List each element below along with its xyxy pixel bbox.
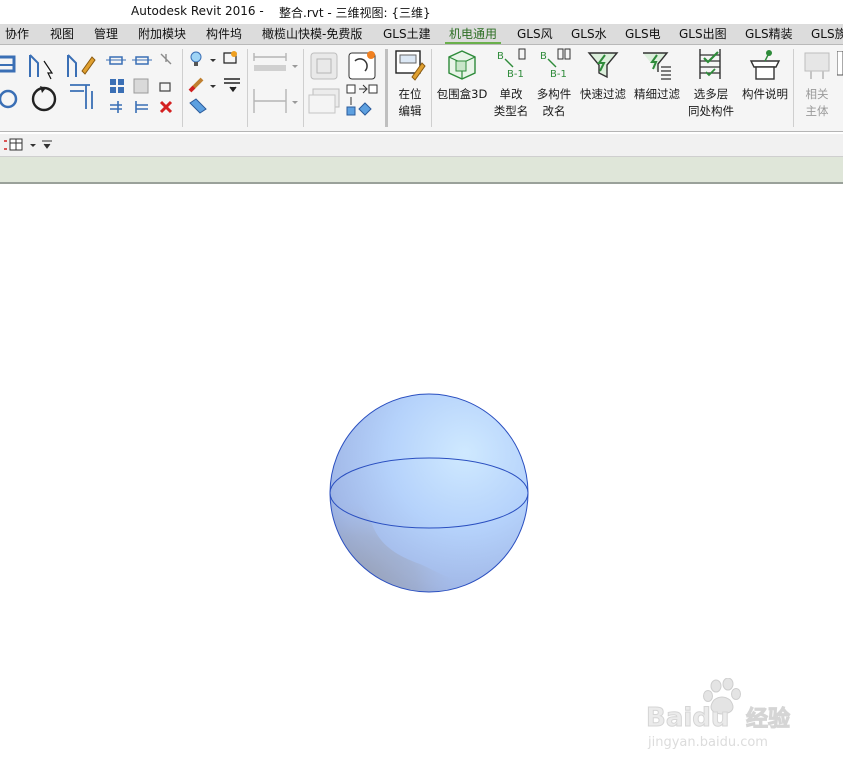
paint-tools-icon[interactable] <box>186 49 246 121</box>
group-tools-icon[interactable] <box>307 49 383 121</box>
multi-rename-label-1: 多构件 <box>536 87 572 101</box>
watermark-url: jingyan.baidu.com <box>647 735 768 750</box>
tab-view[interactable]: 视图 <box>50 24 74 44</box>
tab-gls-hvac[interactable]: GLS风 <box>517 24 553 44</box>
component-description-button[interactable]: 构件说明 <box>738 45 792 131</box>
panel-divider <box>303 49 304 127</box>
title-bar: Autodesk Revit 2016 - 整合.rvt - 三维视图: {三维… <box>0 0 843 24</box>
quick-filter-button[interactable]: 快速过滤 <box>576 45 630 131</box>
options-bar <box>0 157 843 184</box>
multi-rename-button[interactable]: B B-1 多构件 改名 <box>533 45 575 131</box>
single-rename-icon: B B-1 <box>497 48 526 80</box>
multi-level-icon <box>699 49 721 79</box>
single-rename-label-1: 单改 <box>499 87 523 101</box>
tab-gls-drawing[interactable]: GLS出图 <box>679 24 727 44</box>
watermark-brand-cn: 经验 <box>746 706 790 732</box>
svg-text:B-1: B-1 <box>550 69 567 80</box>
component-description-label: 构件说明 <box>742 87 788 101</box>
fine-filter-button[interactable]: 精细过滤 <box>630 45 684 131</box>
tab-collaborate[interactable]: 协作 <box>5 24 29 44</box>
ribbon-panel: 在位 编辑 包围盒3D B B-1 单改 类型名 B B-1 多构件 改名 快速… <box>0 45 843 132</box>
svg-text:B: B <box>497 51 504 62</box>
ribbon-tab-bar: 协作 视图 管理 附加模块 构件坞 橄榄山快模-免费版 GLS土建 机电通用 G… <box>0 24 843 45</box>
single-rename-type-button[interactable]: B B-1 单改 类型名 <box>490 45 532 131</box>
multi-rename-label-2: 改名 <box>542 104 566 118</box>
tab-gls-decoration[interactable]: GLS精装 <box>745 24 793 44</box>
tab-gls-water[interactable]: GLS水 <box>571 24 607 44</box>
edit-in-place-button[interactable]: 在位 编辑 <box>389 45 431 131</box>
related-host-icon <box>804 52 830 79</box>
select-multi-level-button[interactable]: 选多层 同处构件 <box>684 45 738 131</box>
edit-in-place-icon <box>395 50 426 81</box>
tab-mep-general[interactable]: 机电通用 <box>444 24 502 44</box>
related-host-button[interactable]: 相关 主体 <box>797 45 837 131</box>
document-title: 整合.rvt - 三维视图: {三维} <box>279 6 431 20</box>
svg-text:B: B <box>540 51 547 62</box>
panel-divider <box>182 49 183 127</box>
quick-filter-label: 快速过滤 <box>580 87 626 101</box>
panel-divider <box>247 49 248 127</box>
description-icon <box>749 50 781 80</box>
multi-level-label-2: 同处构件 <box>688 104 734 118</box>
svg-text:B-1: B-1 <box>507 69 524 80</box>
panel-divider <box>793 49 794 127</box>
watermark-brand: Baidu <box>646 703 729 733</box>
panel-divider <box>385 49 388 127</box>
tab-gls-electric[interactable]: GLS电 <box>625 24 661 44</box>
related-host-label-2: 主体 <box>805 104 829 118</box>
tab-manage[interactable]: 管理 <box>94 24 118 44</box>
modify-tools-icon[interactable] <box>0 49 182 121</box>
overflow-icon[interactable] <box>837 51 843 91</box>
app-title: Autodesk Revit 2016 - <box>131 4 264 18</box>
panel-divider <box>431 49 432 127</box>
bounding-box-icon <box>448 50 476 80</box>
multi-level-label-1: 选多层 <box>693 87 729 101</box>
dimension-tools-icon[interactable] <box>252 49 302 121</box>
baidu-watermark: Baidu 经验 jingyan.baidu.com <box>646 678 791 750</box>
tab-gls-family[interactable]: GLS族 <box>811 24 843 44</box>
edit-in-place-label-2: 编辑 <box>398 104 422 118</box>
quick-access-toolbar <box>0 134 843 157</box>
bounding-box-3d-button[interactable]: 包围盒3D <box>434 45 490 131</box>
funnel-icon <box>587 52 619 79</box>
bounding-box-label: 包围盒3D <box>436 87 488 101</box>
edit-in-place-label-1: 在位 <box>398 87 422 101</box>
fine-funnel-icon <box>643 52 671 80</box>
sphere-model[interactable] <box>329 393 529 604</box>
multi-rename-icon: B B-1 <box>540 48 571 80</box>
tab-olive-mountain[interactable]: 橄榄山快模-免费版 <box>262 24 362 44</box>
tab-component-dock[interactable]: 构件坞 <box>206 24 242 44</box>
switch-windows-icon[interactable] <box>4 137 54 153</box>
tab-gls-civil[interactable]: GLS土建 <box>383 24 431 44</box>
related-host-label-1: 相关 <box>805 87 829 101</box>
single-rename-label-2: 类型名 <box>493 104 529 118</box>
tab-add-ins[interactable]: 附加模块 <box>138 24 186 44</box>
fine-filter-label: 精细过滤 <box>634 87 680 101</box>
